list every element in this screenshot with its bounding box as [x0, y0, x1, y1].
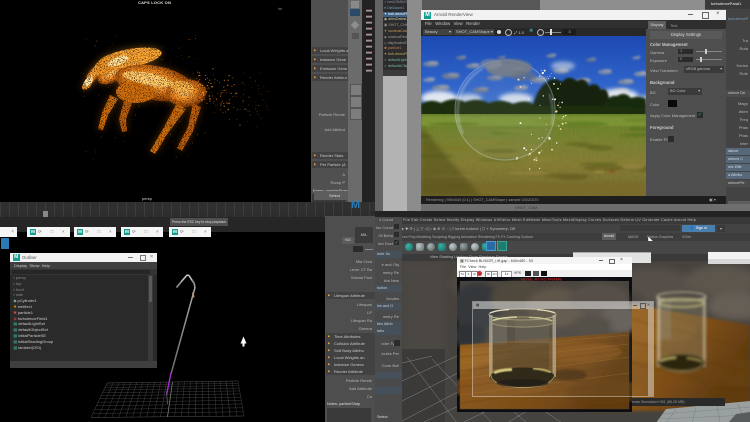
svg-text:NOTE: AT NO FRAME: NOTE: AT NO FRAME	[521, 277, 562, 282]
